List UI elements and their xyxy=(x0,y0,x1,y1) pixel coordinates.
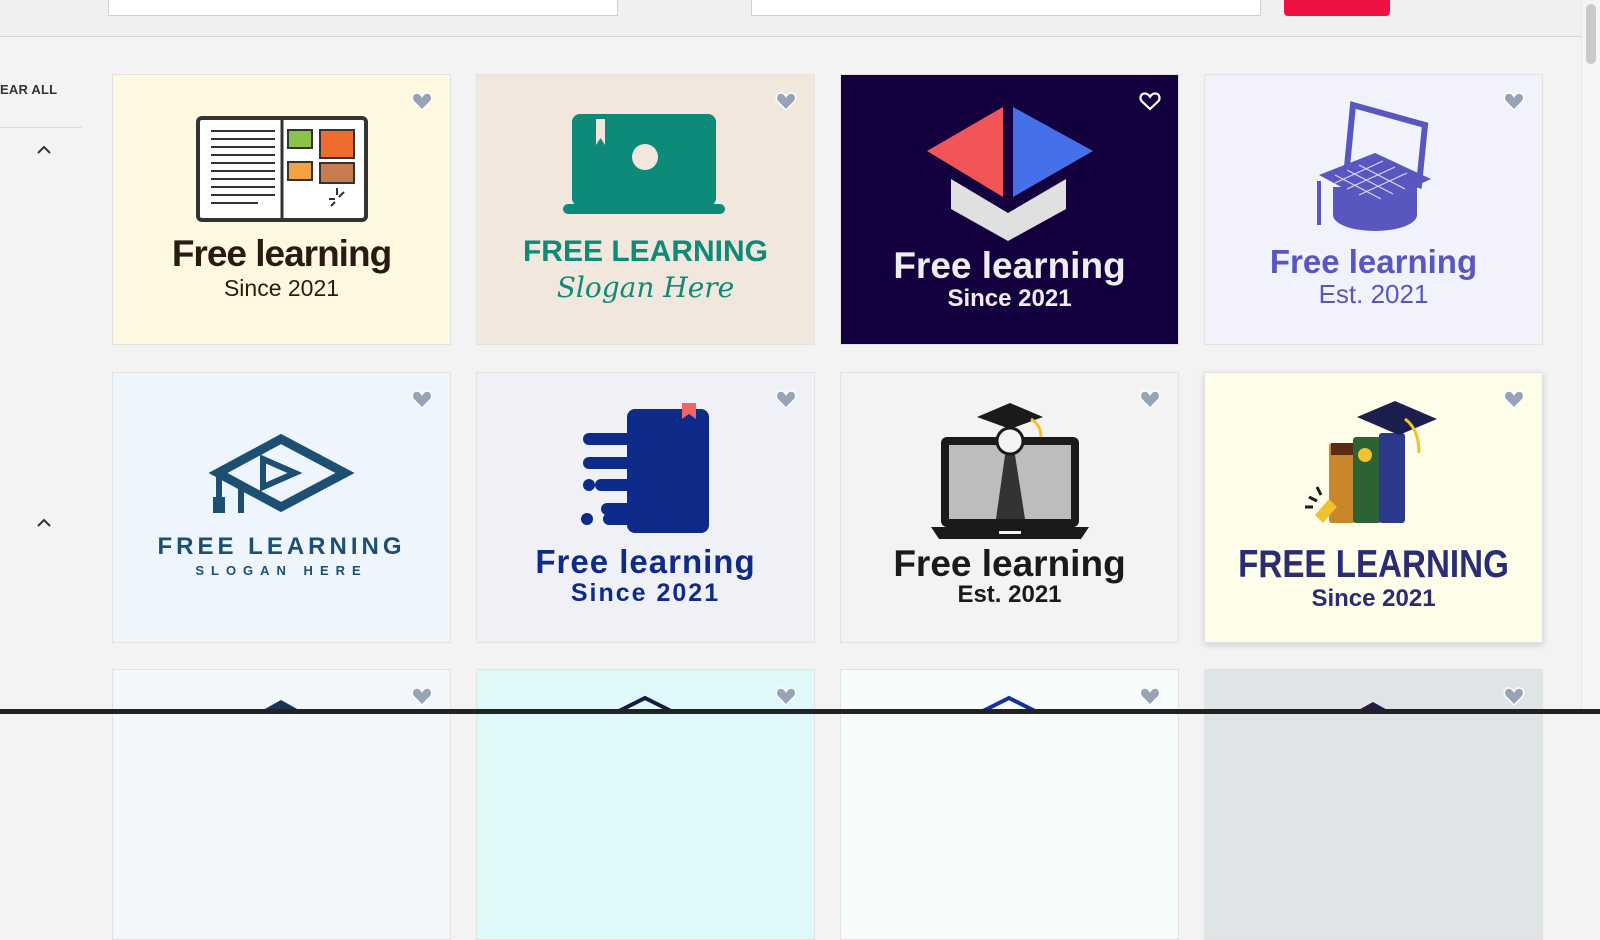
bottom-edge xyxy=(0,709,1600,714)
logo-card[interactable]: Free learning Est. 2021 xyxy=(840,372,1179,643)
heart-icon[interactable] xyxy=(410,684,434,708)
heart-icon[interactable] xyxy=(774,89,798,113)
filter-sidebar xyxy=(0,37,82,714)
logo-card[interactable]: Free learning Since 2021 xyxy=(840,74,1179,345)
logo-title: Free learning xyxy=(171,233,392,274)
clear-all-button[interactable]: EAR ALL xyxy=(0,82,57,97)
top-search-bar xyxy=(0,0,1582,37)
logo-subtitle: Slogan Here xyxy=(556,271,735,304)
heart-icon[interactable] xyxy=(410,387,434,411)
logo-title: Free learning xyxy=(1269,243,1478,280)
logo-card[interactable]: FREE LEARNING Slogan Here xyxy=(476,74,815,345)
scrollbar-thumb[interactable] xyxy=(1586,4,1596,64)
logo-subtitle: Est. 2021 xyxy=(957,581,1062,608)
sidebar-divider xyxy=(0,127,82,128)
logo-subtitle: Since 2021 xyxy=(947,285,1072,312)
logo-title: FREE LEARNING xyxy=(1238,543,1509,586)
logo-card[interactable]: Free learning Est. 2021 xyxy=(1204,74,1543,345)
logo-title: Free learning xyxy=(535,543,756,580)
heart-icon[interactable] xyxy=(1502,684,1526,708)
secondary-search-input[interactable] xyxy=(751,0,1261,16)
chevron-up-icon[interactable] xyxy=(36,515,52,531)
heart-icon[interactable] xyxy=(1138,387,1162,411)
heart-icon[interactable] xyxy=(1502,89,1526,113)
book-logo-icon xyxy=(196,116,368,222)
search-button[interactable] xyxy=(1284,0,1390,16)
logo-subtitle: Est. 2021 xyxy=(1318,279,1429,309)
heart-icon[interactable] xyxy=(774,684,798,708)
logo-title: FREE LEARNING xyxy=(157,533,406,560)
search-input[interactable] xyxy=(108,0,618,16)
heart-icon[interactable] xyxy=(1138,89,1162,113)
scrollbar[interactable] xyxy=(1581,0,1600,714)
laptop-book-logo-icon xyxy=(563,114,725,214)
heart-icon[interactable] xyxy=(1502,387,1526,411)
logo-card[interactable]: FREE LEARNING SLOGAN HERE xyxy=(112,372,451,643)
chevron-up-icon[interactable] xyxy=(36,142,52,158)
logo-card[interactable]: FREE LEARNING Since 2021 xyxy=(1204,372,1543,643)
logo-card[interactable]: Free learning Since 2021 xyxy=(112,74,451,345)
heart-icon[interactable] xyxy=(410,89,434,113)
heart-icon[interactable] xyxy=(1138,684,1162,708)
graduation-play-logo-icon xyxy=(208,433,355,513)
logo-title: FREE LEARNING xyxy=(522,235,768,268)
logo-card[interactable]: Free learning Since 2021 xyxy=(476,372,815,643)
logo-subtitle: Since 2021 xyxy=(1311,585,1436,612)
logo-subtitle: Since 2021 xyxy=(223,275,340,301)
logo-title: Free learning xyxy=(893,245,1126,286)
logo-subtitle: SLOGAN HERE xyxy=(195,563,368,578)
heart-icon[interactable] xyxy=(774,387,798,411)
logo-subtitle: Since 2021 xyxy=(570,579,721,607)
logo-title: Free learning xyxy=(893,543,1126,584)
